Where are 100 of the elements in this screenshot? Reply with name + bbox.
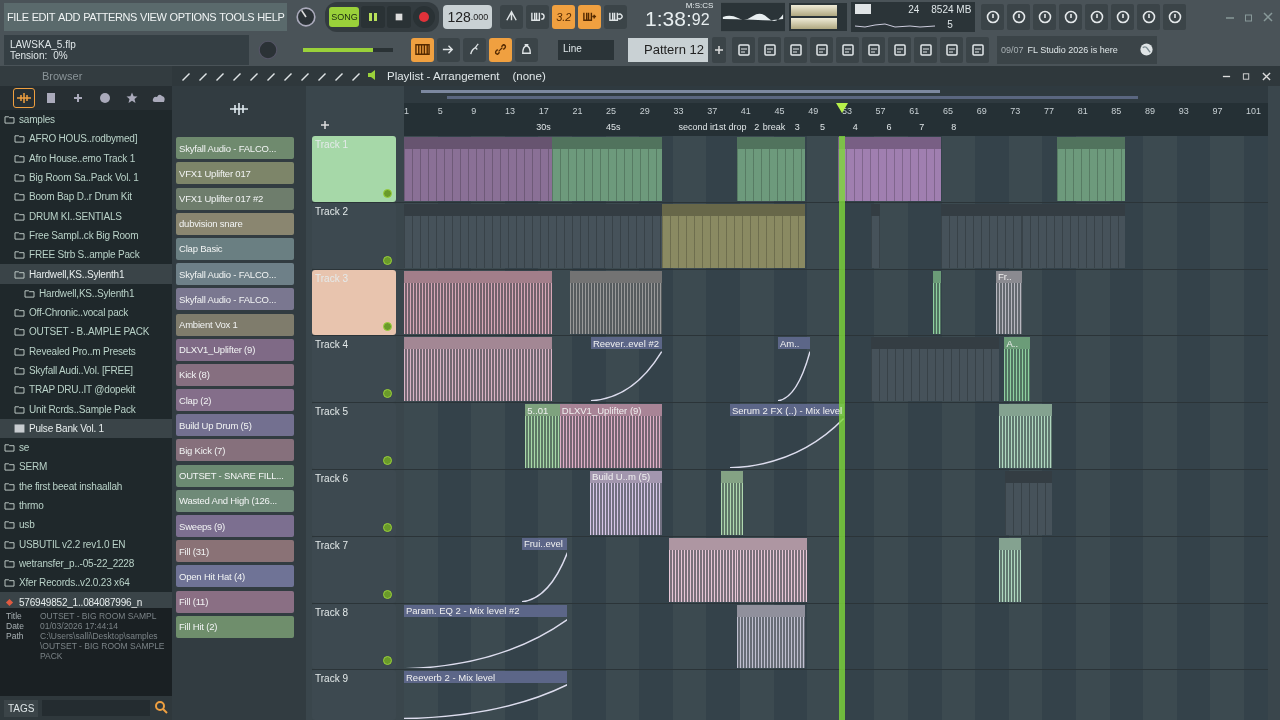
- pattern-clip[interactable]: [1005, 471, 1053, 535]
- time-marker[interactable]: 8: [951, 122, 957, 132]
- channel-button[interactable]: Open Hit Hat (4): [176, 565, 294, 588]
- snap-dropdown[interactable]: Line: [558, 39, 614, 60]
- automation-clip[interactable]: Reever..evel #2: [590, 337, 662, 402]
- channel-button[interactable]: DLXV1_Uplifter (9): [176, 338, 294, 361]
- channel-button[interactable]: Fill (11): [176, 590, 294, 613]
- browser-item[interactable]: OUTSET - B..AMPLE PACK: [0, 322, 172, 342]
- channel-button[interactable]: Wasted And High (126...: [176, 489, 294, 512]
- automation-clip[interactable]: Reeverb 2 - Mix level: [404, 671, 568, 719]
- time-marker[interactable]: 5: [820, 122, 825, 132]
- channel-button[interactable]: Sweeps (9): [176, 515, 294, 537]
- arrow-button[interactable]: [437, 37, 460, 62]
- menu-item[interactable]: EDIT: [31, 10, 56, 23]
- search-icon[interactable]: [154, 700, 168, 716]
- pattern-clip[interactable]: [1057, 137, 1125, 201]
- time-marker[interactable]: 45s: [606, 122, 621, 132]
- browser-item[interactable]: DRUM KI..SENTIALS: [0, 206, 172, 226]
- bell-button[interactable]: [515, 37, 538, 62]
- audio-clip[interactable]: [720, 471, 744, 535]
- track-header[interactable]: Track 2: [312, 202, 396, 269]
- countdown-button[interactable]: 3.2: [552, 4, 576, 29]
- channel-button[interactable]: Build Up Drum (5): [176, 414, 294, 437]
- browser-item[interactable]: Afro House..emo Track 1: [0, 148, 172, 168]
- channel-button[interactable]: VFX1 Uplifter 017 #2: [176, 187, 294, 210]
- pattern-clip[interactable]: [941, 203, 1023, 268]
- menu-item[interactable]: FILE: [7, 10, 29, 23]
- pattern-clip[interactable]: [404, 137, 553, 201]
- play-button[interactable]: [361, 5, 386, 28]
- time-marker[interactable]: 6: [886, 122, 892, 132]
- browser-item[interactable]: the first beeat inshaallah: [0, 476, 172, 496]
- channel-button[interactable]: Skyfall Audio - FALCO...: [176, 263, 294, 286]
- browser-item[interactable]: USBUTIL v2.2 rev1.0 EN: [0, 534, 172, 554]
- scrub-button[interactable]: [463, 37, 486, 62]
- audio-clip[interactable]: [998, 537, 1022, 602]
- time-marker[interactable]: 7: [919, 122, 925, 132]
- time-marker[interactable]: 3: [794, 122, 800, 132]
- audio-clip[interactable]: [404, 270, 553, 335]
- channel-button[interactable]: Ambient Vox 1: [176, 313, 294, 336]
- track-enable-icon[interactable]: [383, 389, 392, 399]
- browser-item[interactable]: 576949852_1..084087996_n: [0, 592, 172, 608]
- channel-button[interactable]: OUTSET - SNARE FILL...: [176, 464, 294, 487]
- browser-item[interactable]: Xfer Records..v2.0.23 x64: [0, 573, 172, 593]
- channel-button[interactable]: Kick (8): [176, 363, 294, 386]
- keyboard-button[interactable]: [411, 37, 434, 62]
- channel-button[interactable]: Clap Basic: [176, 237, 294, 260]
- stop-button[interactable]: [387, 5, 412, 28]
- track-header[interactable]: Track 9: [312, 670, 396, 720]
- menu-item[interactable]: OPTIONS: [169, 10, 217, 23]
- automation-clip[interactable]: Frui..evel: [521, 537, 568, 602]
- channel-button[interactable]: Big Kick (7): [176, 439, 294, 462]
- audio-clip[interactable]: [669, 537, 737, 602]
- track-enable-icon[interactable]: [383, 589, 392, 599]
- automation-clip[interactable]: Param. EQ 2 - Mix level #2: [404, 604, 568, 669]
- menu-item[interactable]: ADD: [58, 10, 81, 23]
- browser-item[interactable]: FREE Strb S..ample Pack: [0, 245, 172, 265]
- browser-item[interactable]: Hardwell,KS..Sylenth1: [0, 283, 172, 303]
- add-track-icon[interactable]: [320, 120, 330, 130]
- track-header[interactable]: Track 5: [312, 403, 396, 469]
- time-marker[interactable]: 4: [852, 122, 858, 132]
- menu-item[interactable]: PATTERNS: [83, 10, 137, 23]
- link-button[interactable]: [489, 37, 512, 62]
- channel-button[interactable]: Skyfall Audio - FALCO...: [176, 137, 294, 160]
- browser-item[interactable]: Off-Chronic..vocal pack: [0, 302, 172, 323]
- step-button[interactable]: [578, 4, 602, 29]
- metronome-button[interactable]: [500, 4, 524, 29]
- menu-item[interactable]: HELP: [257, 10, 285, 23]
- browser-item[interactable]: Revealed Pro..m Presets: [0, 341, 172, 361]
- pattern-selector[interactable]: Pattern 12: [628, 37, 708, 62]
- pencil-icon[interactable]: [214, 70, 226, 82]
- time-marker[interactable]: 2: [754, 122, 760, 132]
- audio-clip[interactable]: [998, 404, 1053, 468]
- browser-item[interactable]: TRAP DRU..IT @dopekit: [0, 380, 172, 400]
- audio-clip[interactable]: [932, 270, 942, 335]
- loop-button[interactable]: [604, 4, 628, 29]
- pattern-clip[interactable]: [871, 203, 880, 268]
- menu-item[interactable]: TOOLS: [219, 10, 255, 23]
- browser-item[interactable]: Skyfall Audi..Vol. [FREE]: [0, 360, 172, 381]
- channel-button[interactable]: Skyfall Audio - FALCO...: [176, 288, 294, 311]
- arrangement-selector[interactable]: (none): [512, 70, 546, 82]
- browser-item[interactable]: Boom Bap D..r Drum Kit: [0, 187, 172, 207]
- browser-item[interactable]: Free Sampl..ck Big Room: [0, 225, 172, 246]
- browser-item[interactable]: AFRO HOUS..rodbymed]: [0, 129, 172, 149]
- audio-clip[interactable]: [404, 337, 553, 402]
- tags-button[interactable]: TAGS: [4, 699, 39, 717]
- track-header[interactable]: Track 7: [312, 536, 396, 603]
- track-header[interactable]: Track 4: [312, 336, 396, 403]
- browser-item[interactable]: se: [0, 438, 172, 458]
- track-enable-icon[interactable]: [383, 456, 392, 465]
- waveform-icon[interactable]: [14, 89, 34, 107]
- browser-item[interactable]: Unit Rcrds..Sample Pack: [0, 399, 172, 419]
- wait-button[interactable]: [526, 4, 550, 29]
- track-enable-icon[interactable]: [383, 188, 392, 198]
- tempo-display[interactable]: 128.000: [443, 4, 493, 29]
- audio-clip[interactable]: [736, 537, 807, 602]
- channel-button[interactable]: VFX1 Uplifter 017: [176, 162, 294, 185]
- browser-item[interactable]: thrmo: [0, 495, 172, 516]
- channel-button[interactable]: Fill (31): [176, 540, 294, 563]
- browser-item[interactable]: Hardwell,KS..Sylenth1: [0, 264, 172, 284]
- waveform-icon[interactable]: [229, 103, 249, 117]
